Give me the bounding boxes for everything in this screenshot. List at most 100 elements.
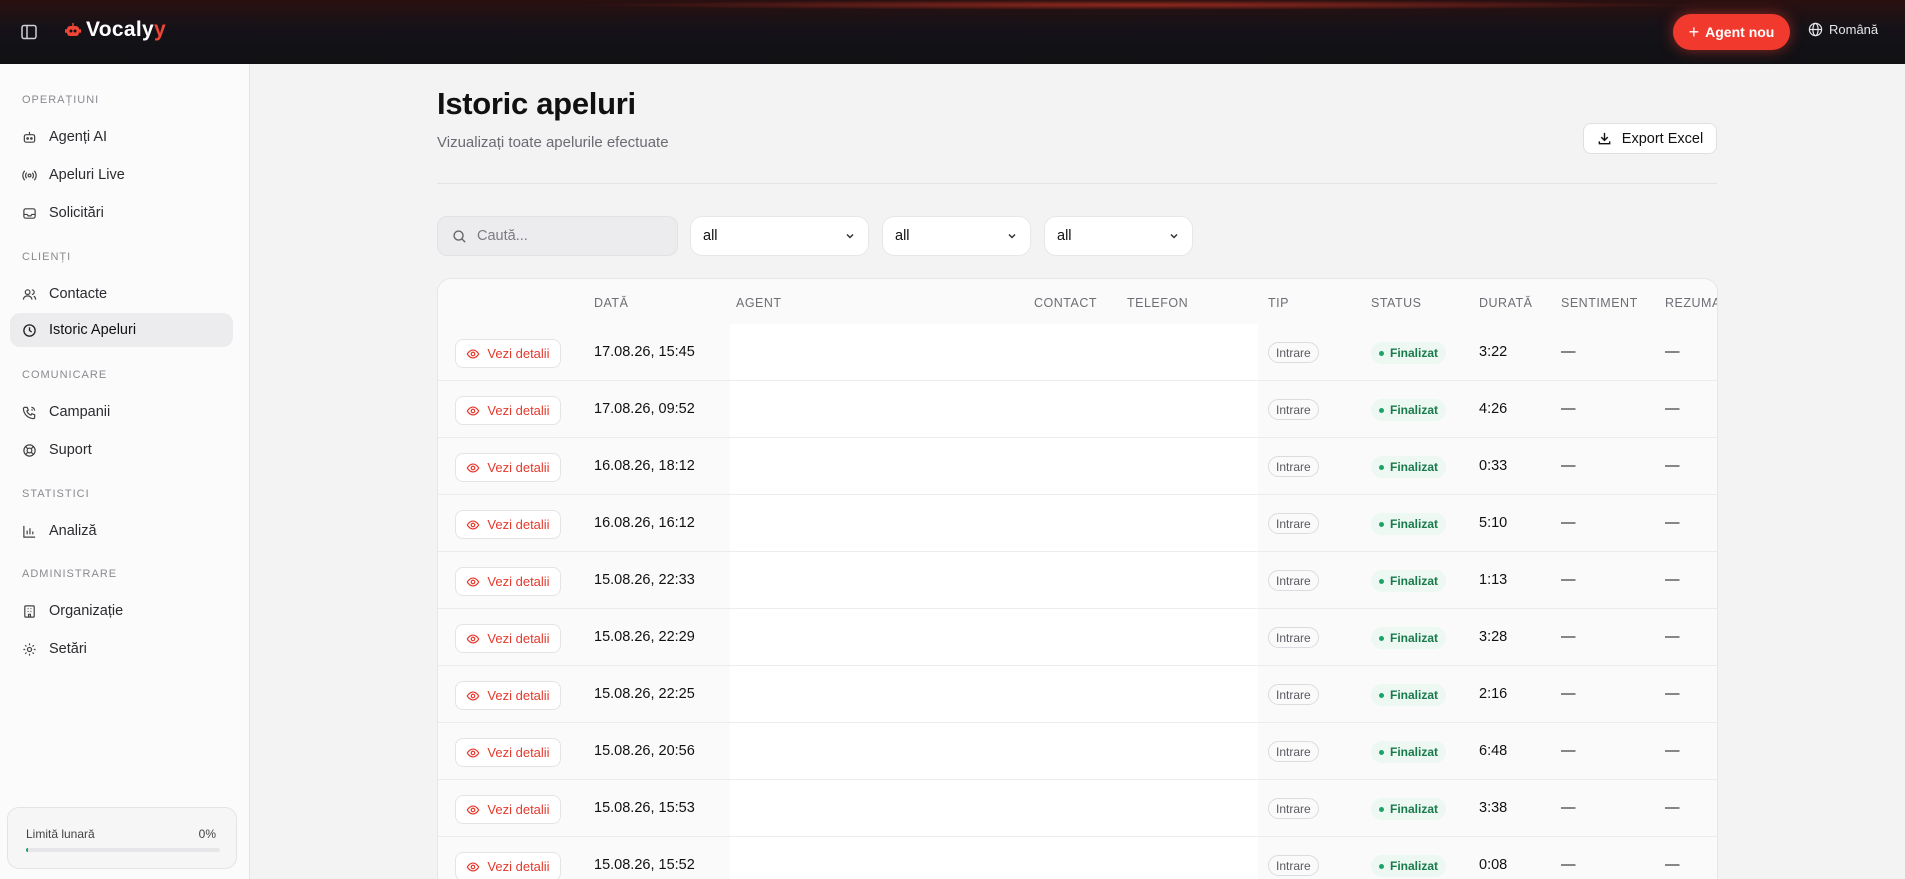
- cell-date: 17.08.26, 15:45: [594, 344, 695, 360]
- cell-duration: 0:08: [1479, 857, 1508, 873]
- status-dot-icon: [1379, 521, 1384, 527]
- cell-summary: —: [1665, 857, 1680, 873]
- status-dot-icon: [1379, 350, 1384, 356]
- sidebar-item-analytics[interactable]: Analiză: [10, 514, 233, 548]
- table-row: Vezi detalii 15.08.26, 22:29 Intrare Finali…: [438, 609, 1717, 666]
- app-logo[interactable]: Vocalyy: [64, 18, 166, 42]
- cell-sentiment: —: [1561, 857, 1576, 873]
- lifebuoy-icon: [23, 443, 36, 457]
- status-badge: Finalizat: [1371, 342, 1447, 364]
- column-header-agent[interactable]: AGENT: [736, 296, 782, 310]
- table-row: Vezi detalii 16.08.26, 16:12 Intrare Finali…: [438, 495, 1717, 552]
- column-header-phone[interactable]: TELEFON: [1127, 296, 1188, 310]
- cell-date: 16.08.26, 18:12: [594, 458, 695, 474]
- type-badge: Intrare: [1268, 570, 1319, 591]
- type-badge: Intrare: [1268, 399, 1319, 420]
- robot-icon: [23, 131, 36, 143]
- cell-summary: —: [1665, 800, 1680, 816]
- eye-icon: [467, 519, 480, 530]
- sidebar-item-settings[interactable]: Setări: [10, 632, 233, 666]
- filter-select-1[interactable]: all: [690, 216, 869, 256]
- status-badge: Finalizat: [1371, 399, 1447, 421]
- eye-icon: [467, 861, 480, 872]
- view-details-button[interactable]: Vezi detalii: [455, 510, 561, 539]
- status-dot-icon: [1379, 578, 1384, 584]
- cell-sentiment: —: [1561, 458, 1576, 474]
- monthly-limit-label: Limită lunară: [26, 827, 95, 841]
- sidebar-item-campaigns[interactable]: Campanii: [10, 395, 233, 429]
- new-agent-button[interactable]: + Agent nou: [1673, 14, 1790, 50]
- language-selector[interactable]: Română: [1808, 22, 1878, 37]
- filter-select-3[interactable]: all: [1044, 216, 1193, 256]
- monthly-limit-value: 0%: [198, 827, 216, 841]
- sidebar-toggle-icon[interactable]: [20, 23, 38, 41]
- radio-icon: [22, 169, 37, 181]
- view-details-button[interactable]: Vezi detalii: [455, 339, 561, 368]
- sidebar-item-call-history[interactable]: Istoric Apeluri: [10, 313, 233, 347]
- eye-icon: [467, 633, 480, 644]
- column-header-date[interactable]: DATĂ: [594, 296, 628, 310]
- filter-select-2[interactable]: all: [882, 216, 1031, 256]
- chevron-down-icon: [1008, 233, 1016, 239]
- sidebar-item-requests[interactable]: Solicitări: [10, 196, 233, 230]
- chevron-down-icon: [846, 233, 854, 239]
- view-details-button[interactable]: Vezi detalii: [455, 681, 561, 710]
- view-details-button[interactable]: Vezi detalii: [455, 396, 561, 425]
- table-row: Vezi detalii 15.08.26, 15:53 Intrare Finali…: [438, 780, 1717, 837]
- call-history-table: DATĂ AGENT CONTACT TELEFON TIP STATUS DU…: [437, 278, 1718, 879]
- cell-date: 15.08.26, 22:33: [594, 572, 695, 588]
- chevron-down-icon: [1170, 233, 1178, 239]
- eye-icon: [467, 804, 480, 815]
- status-dot-icon: [1379, 692, 1384, 698]
- cell-duration: 4:26: [1479, 401, 1508, 417]
- view-details-button[interactable]: Vezi detalii: [455, 567, 561, 596]
- table-row: Vezi detalii 15.08.26, 15:52 Intrare Finali…: [438, 837, 1717, 879]
- column-header-status[interactable]: STATUS: [1371, 296, 1421, 310]
- cell-date: 15.08.26, 15:53: [594, 800, 695, 816]
- view-details-button[interactable]: Vezi detalii: [455, 852, 561, 879]
- cell-date: 15.08.26, 15:52: [594, 857, 695, 873]
- status-badge: Finalizat: [1371, 741, 1447, 763]
- status-dot-icon: [1379, 464, 1384, 470]
- column-header-contact[interactable]: CONTACT: [1034, 296, 1097, 310]
- sidebar-item-contacts[interactable]: Contacte: [10, 277, 233, 311]
- status-badge: Finalizat: [1371, 855, 1447, 877]
- table-row: Vezi detalii 15.08.26, 22:33 Intrare Finali…: [438, 552, 1717, 609]
- export-excel-button[interactable]: Export Excel: [1583, 123, 1717, 154]
- column-header-sentiment[interactable]: SENTIMENT: [1561, 296, 1638, 310]
- view-details-button[interactable]: Vezi detalii: [455, 453, 561, 482]
- column-header-type[interactable]: TIP: [1268, 296, 1289, 310]
- header-divider: [437, 183, 1717, 184]
- cell-duration: 3:22: [1479, 344, 1508, 360]
- table-row: Vezi detalii 15.08.26, 20:56 Intrare Finali…: [438, 723, 1717, 780]
- cell-summary: —: [1665, 344, 1680, 360]
- page-title: Istoric apeluri: [437, 86, 636, 121]
- sidebar-item-live-calls[interactable]: Apeluri Live: [10, 158, 233, 192]
- cell-sentiment: —: [1561, 743, 1576, 759]
- column-header-summary[interactable]: REZUMA: [1665, 296, 1717, 310]
- column-header-duration[interactable]: DURATĂ: [1479, 296, 1532, 310]
- search-input[interactable]: [477, 228, 667, 244]
- sidebar-item-ai-agents[interactable]: Agenți AI: [10, 120, 233, 154]
- type-badge: Intrare: [1268, 627, 1319, 648]
- cell-sentiment: —: [1561, 800, 1576, 816]
- cell-summary: —: [1665, 401, 1680, 417]
- status-dot-icon: [1379, 749, 1384, 755]
- view-details-button[interactable]: Vezi detalii: [455, 795, 561, 824]
- download-icon: [1598, 132, 1611, 145]
- cell-sentiment: —: [1561, 629, 1576, 645]
- type-badge: Intrare: [1268, 456, 1319, 477]
- view-details-button[interactable]: Vezi detalii: [455, 738, 561, 767]
- search-box[interactable]: [437, 216, 678, 256]
- sidebar-item-support[interactable]: Suport: [10, 433, 233, 467]
- cell-duration: 3:28: [1479, 629, 1508, 645]
- type-badge: Intrare: [1268, 855, 1319, 876]
- cell-duration: 1:13: [1479, 572, 1508, 588]
- globe-icon: [1808, 22, 1823, 37]
- status-badge: Finalizat: [1371, 798, 1447, 820]
- eye-icon: [467, 405, 480, 416]
- inbox-icon: [23, 207, 36, 219]
- sidebar-item-organization[interactable]: Organizație: [10, 594, 233, 628]
- view-details-button[interactable]: Vezi detalii: [455, 624, 561, 653]
- cell-summary: —: [1665, 629, 1680, 645]
